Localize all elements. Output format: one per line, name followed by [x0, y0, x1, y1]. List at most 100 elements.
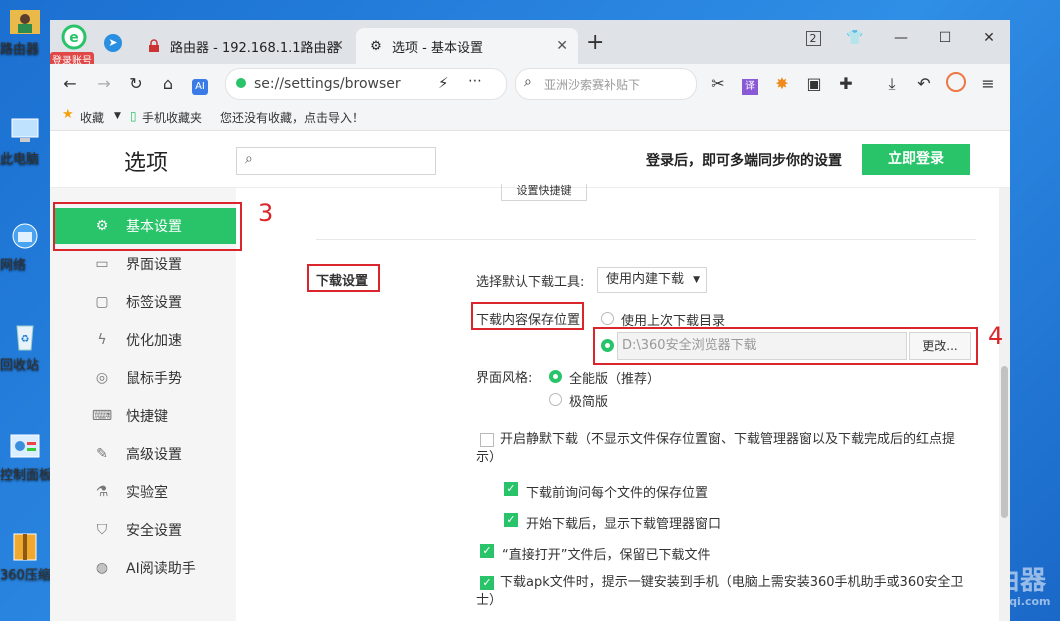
default-tool-label: 选择默认下载工具:	[476, 275, 585, 290]
ask-location-label: 下载前询问每个文件的保存位置	[526, 486, 709, 501]
style-full-radio[interactable]	[549, 370, 562, 383]
flask-icon: ⚗	[95, 484, 109, 500]
chevron-down-icon[interactable]: ▼	[114, 111, 121, 121]
translate-icon[interactable]: 译	[738, 72, 762, 96]
bookmark-bar: ★ 收藏 ▼ ▯ 手机收藏夹 您还没有收藏，点击导入！	[50, 104, 1010, 131]
page-title: 选项	[124, 151, 169, 176]
show-manager-checkbox[interactable]: ✓	[504, 513, 518, 527]
desktop-icon-network[interactable]: 网络	[0, 222, 50, 273]
close-window-button[interactable]: ✕	[974, 26, 1004, 50]
ai-icon[interactable]: AI	[188, 72, 212, 96]
address-bar[interactable]: se://settings/browser ⚡ ⋯	[225, 68, 507, 100]
desktop-icon-label: 360压缩	[0, 568, 51, 583]
extension-icon[interactable]: ✚	[834, 72, 858, 96]
secure-icon	[236, 78, 246, 88]
skin-icon[interactable]: 👕	[840, 26, 870, 50]
window-icon: ▭	[95, 256, 109, 272]
home-icon[interactable]: ⌂	[156, 72, 180, 96]
window-counter[interactable]: 2	[798, 26, 828, 50]
desktop-icon-control-panel[interactable]: 控制面板	[0, 432, 52, 483]
sidebar-item-shortcuts[interactable]: ⌨ 快捷键	[54, 398, 236, 434]
maximize-button[interactable]: ☐	[930, 26, 960, 50]
sidebar-item-label: 实验室	[126, 485, 168, 501]
minimize-button[interactable]: —	[886, 26, 916, 50]
settings-search-input[interactable]: ⌕	[236, 147, 436, 175]
wrench-icon: ✎	[96, 446, 108, 462]
undo-icon[interactable]: ↶	[912, 72, 936, 96]
mobile-favorites-link[interactable]: 手机收藏夹	[142, 109, 202, 126]
keep-file-label: “直接打开”文件后，保留已下载文件	[502, 548, 711, 563]
reader-icon[interactable]: ▣	[802, 72, 826, 96]
annotation-number-3: 3	[258, 199, 274, 227]
scissors-icon[interactable]: ✂	[706, 72, 730, 96]
tab-bar: e 登录账号 ➤ 路由器 - 192.168.1.1路由器设 ✕ ⚙ 选项 - …	[50, 20, 1010, 67]
close-icon[interactable]: ✕	[332, 38, 344, 54]
scrollbar[interactable]	[999, 188, 1010, 621]
desktop-icon-360zip[interactable]: 360压缩	[0, 532, 51, 583]
tab-router[interactable]: 路由器 - 192.168.1.1路由器设 ✕	[134, 28, 354, 64]
annotation-box-basic	[53, 202, 242, 251]
desktop-icon-label: 控制面板	[0, 468, 53, 483]
sidebar-item-label: 安全设置	[126, 523, 182, 539]
desktop-icon-label: 网络	[0, 258, 27, 273]
scrollbar-thumb[interactable]	[1001, 366, 1008, 518]
browser-logo[interactable]: e 登录账号	[50, 24, 94, 67]
sidebar-item-label: 界面设置	[126, 257, 182, 273]
avatar-icon[interactable]	[944, 72, 968, 96]
tab-icon: ▢	[95, 294, 109, 310]
sidebar-item-ai-reader[interactable]: ◍ AI阅读助手	[54, 550, 236, 586]
phone-icon: ▯	[130, 109, 137, 123]
recycle-bin-icon: ♻	[16, 325, 34, 351]
sidebar-item-label: 鼠标手势	[126, 371, 182, 387]
settings-sidebar: ⚙ 基本设置 ▭ 界面设置 ▢ 标签设置 ϟ 优化加速 ◎ 鼠标手势 ⌨ 快捷键 ✎ 高级设置…	[50, 188, 236, 621]
sidebar-item-label: AI阅读助手	[126, 561, 196, 577]
sidebar-item-advanced[interactable]: ✎ 高级设置	[54, 436, 236, 472]
desktop-icon-router[interactable]: 路由器	[0, 6, 50, 57]
address-text: se://settings/browser	[254, 76, 401, 92]
back-icon[interactable]: ←	[58, 72, 82, 96]
ask-location-checkbox[interactable]: ✓	[504, 482, 518, 496]
sidebar-item-label: 优化加速	[126, 333, 182, 349]
sidebar-item-mouse[interactable]: ◎ 鼠标手势	[54, 360, 236, 396]
refresh-icon[interactable]: ↻	[124, 72, 148, 96]
control-panel-icon	[10, 434, 40, 458]
desktop-icon-recycle-bin[interactable]: ♻ 回收站	[0, 322, 50, 373]
tab-title: 路由器 - 192.168.1.1路由器设	[170, 40, 340, 56]
keyboard-icon: ⌨	[91, 408, 113, 424]
tab-settings[interactable]: ⚙ 选项 - 基本设置 ✕	[356, 28, 578, 64]
sidebar-item-security[interactable]: ⛉ 安全设置	[54, 512, 236, 548]
tab-title: 选项 - 基本设置	[392, 40, 483, 56]
menu-icon[interactable]: ≡	[976, 72, 1000, 96]
more-icon[interactable]: ⋯	[468, 73, 482, 89]
forward-icon[interactable]: →	[92, 72, 116, 96]
annotation-number-4: 4	[988, 322, 1004, 350]
keep-file-checkbox[interactable]: ✓	[480, 544, 494, 558]
sidebar-item-ui[interactable]: ▭ 界面设置	[54, 246, 236, 282]
tab-telegram-icon[interactable]: ➤	[104, 34, 122, 52]
shortcut-button[interactable]: 设置快捷键	[501, 184, 587, 201]
shield-icon: ⛉	[96, 522, 108, 538]
sidebar-item-optimize[interactable]: ϟ 优化加速	[54, 322, 236, 358]
download-icon[interactable]: ⤓	[880, 72, 904, 96]
nav-toolbar: ← → ↻ ⌂ AI se://settings/browser ⚡ ⋯ ⌕ 亚…	[50, 64, 1010, 104]
import-hint-link[interactable]: 您还没有收藏，点击导入！	[220, 109, 364, 126]
game-icon[interactable]: ✸	[770, 72, 794, 96]
default-tool-select[interactable]: 使用内建下载 ▼	[597, 267, 707, 293]
close-icon[interactable]: ✕	[556, 38, 568, 54]
search-box[interactable]: ⌕ 亚洲沙索赛补贴下	[515, 68, 697, 100]
use-last-dir-radio[interactable]	[601, 312, 614, 325]
annotation-box-path	[593, 327, 978, 365]
style-simple-radio[interactable]	[549, 393, 562, 406]
login-button[interactable]: 立即登录	[862, 144, 970, 175]
mouse-icon: ◎	[95, 370, 109, 386]
new-tab-button[interactable]: +	[586, 30, 604, 55]
select-value: 使用内建下载	[606, 272, 685, 287]
sidebar-item-tabs[interactable]: ▢ 标签设置	[54, 284, 236, 320]
lightning-icon[interactable]: ⚡	[438, 74, 449, 92]
sidebar-item-lab[interactable]: ⚗ 实验室	[54, 474, 236, 510]
desktop-icon-computer[interactable]: 此电脑	[0, 116, 50, 167]
section-divider	[316, 239, 976, 240]
favorites-button[interactable]: 收藏	[80, 109, 104, 126]
chevron-down-icon: ▼	[693, 275, 700, 285]
sidebar-item-label: 高级设置	[126, 447, 182, 463]
